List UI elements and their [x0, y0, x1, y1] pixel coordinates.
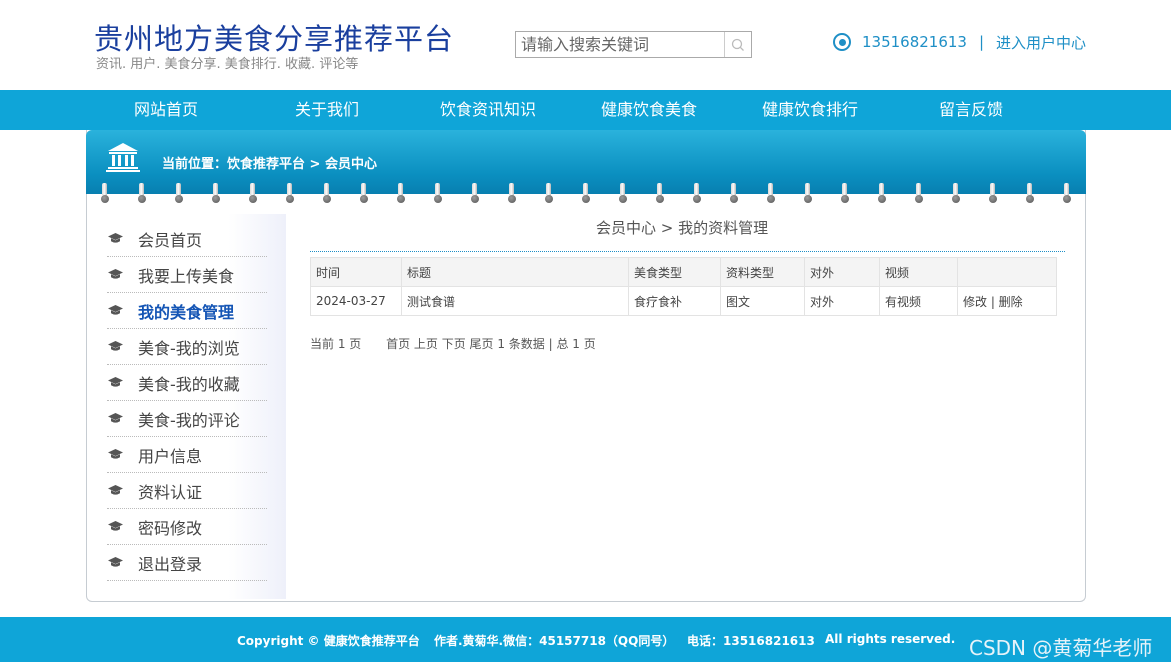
sidebar-item-user-info[interactable]: 用户信息 [107, 437, 267, 473]
graduation-cap-icon [108, 413, 124, 425]
nav-item-ranking[interactable]: 健康饮食排行 [730, 90, 890, 130]
user-center-link[interactable]: 进入用户中心 [996, 32, 1086, 53]
graduation-cap-icon [108, 557, 124, 569]
footer-phone: 电话：13516821613 [687, 634, 815, 648]
title-divider [310, 251, 1065, 252]
graduation-cap-icon [108, 485, 124, 497]
sidebar-item-favorites[interactable]: 美食-我的收藏 [107, 365, 267, 401]
pager-current: 当前 1 页 [310, 337, 362, 351]
sidebar-item-upload-food[interactable]: 我要上传美食 [107, 257, 267, 293]
sidebar-item-label: 资料认证 [138, 482, 203, 502]
location-icon [833, 33, 851, 51]
table-row: 2024-03-27 测试食谱 食疗食补 图文 对外 有视频 修改 | 删除 [310, 286, 1057, 316]
sidebar-item-label: 美食-我的浏览 [138, 338, 240, 358]
table-cell-food-type: 食疗食补 [628, 286, 721, 316]
sidebar-item-label: 用户信息 [138, 446, 203, 466]
graduation-cap-icon [108, 341, 124, 353]
search-input[interactable] [516, 32, 726, 57]
sidebar-item-label: 美食-我的收藏 [138, 374, 240, 394]
sidebar-item-label: 美食-我的评论 [138, 410, 240, 430]
sidebar-item-comments[interactable]: 美食-我的评论 [107, 401, 267, 437]
column-header: 资料类型 [720, 257, 805, 287]
sidebar-item-member-home[interactable]: 会员首页 [107, 221, 267, 257]
nav-item-healthy-food[interactable]: 健康饮食美食 [569, 90, 729, 130]
sidebar-item-label: 密码修改 [138, 518, 203, 538]
search-box [515, 31, 752, 58]
sidebar-item-change-password[interactable]: 密码修改 [107, 509, 267, 545]
table-cell-date: 2024-03-27 [310, 286, 402, 316]
sidebar-item-label: 退出登录 [138, 554, 203, 574]
column-header: 时间 [310, 257, 402, 287]
table-cell-title: 测试食谱 [401, 286, 629, 316]
column-header [957, 257, 1057, 287]
nav-item-home[interactable]: 网站首页 [86, 90, 246, 130]
column-header: 标题 [401, 257, 629, 287]
sidebar-item-label: 我的美食管理 [138, 302, 235, 322]
sidebar-item-logout[interactable]: 退出登录 [107, 545, 267, 581]
nav-item-news[interactable]: 饮食资讯知识 [408, 90, 568, 130]
nav-item-feedback[interactable]: 留言反馈 [891, 90, 1051, 130]
contact-bar: 13516821613 | 进入用户中心 [833, 32, 1086, 52]
table-cell-video: 有视频 [879, 286, 958, 316]
column-header: 视频 [879, 257, 958, 287]
header-separator: | [978, 33, 985, 51]
graduation-cap-icon [108, 233, 124, 245]
search-button[interactable] [724, 32, 751, 57]
table-cell-visibility: 对外 [804, 286, 880, 316]
footer-rights: All rights reserved. [825, 632, 956, 646]
column-header: 美食类型 [628, 257, 721, 287]
table-cell-actions[interactable]: 修改 | 删除 [957, 286, 1057, 316]
site-footer: Copyright © 健康饮食推荐平台 作者.黄菊华.微信：45157718（… [0, 617, 1171, 662]
sidebar-item-label: 我要上传美食 [138, 266, 235, 286]
member-sidebar: 会员首页 我要上传美食 我的美食管理 美食-我的浏览 美食-我的收藏 美食-我的… [94, 214, 286, 599]
binder-rings [86, 183, 1086, 213]
column-header: 对外 [804, 257, 880, 287]
sidebar-item-my-food[interactable]: 我的美食管理 [107, 293, 267, 329]
graduation-cap-icon [108, 269, 124, 281]
site-subtitle: 资讯. 用户. 美食分享. 美食排行. 收藏. 评论等 [96, 57, 359, 72]
site-header: 贵州地方美食分享推荐平台 资讯. 用户. 美食分享. 美食排行. 收藏. 评论等… [0, 0, 1171, 90]
bank-icon [106, 143, 140, 172]
pager-links[interactable]: 首页 上页 下页 尾页 1 条数据 | 总 1 页 [386, 337, 596, 351]
site-title: 贵州地方美食分享推荐平台 [94, 22, 455, 56]
main-nav: 网站首页 关于我们 饮食资讯知识 健康饮食美食 健康饮食排行 留言反馈 [0, 90, 1171, 130]
sidebar-item-browse-history[interactable]: 美食-我的浏览 [107, 329, 267, 365]
graduation-cap-icon [108, 521, 124, 533]
csdn-watermark: CSDN @黄菊华老师 [969, 636, 1153, 660]
breadcrumb: 当前位置：饮食推荐平台 > 会员中心 [162, 157, 377, 172]
table-cell-content-type: 图文 [720, 286, 805, 316]
content-title: 会员中心 > 我的资料管理 [596, 219, 769, 237]
graduation-cap-icon [108, 305, 124, 317]
nav-item-about[interactable]: 关于我们 [247, 90, 407, 130]
graduation-cap-icon [108, 377, 124, 389]
food-table: 时间 标题 美食类型 资料类型 对外 视频 2024-03-27 测试食谱 食疗… [310, 257, 1057, 316]
table-header-row: 时间 标题 美食类型 资料类型 对外 视频 [310, 257, 1057, 287]
search-icon [731, 38, 744, 51]
footer-copyright: Copyright © 健康饮食推荐平台 [237, 634, 420, 648]
footer-author: 作者.黄菊华.微信：45157718（QQ同号） [434, 634, 675, 648]
sidebar-item-label: 会员首页 [138, 230, 203, 250]
header-phone: 13516821613 [862, 33, 967, 51]
graduation-cap-icon [108, 449, 124, 461]
sidebar-item-verification[interactable]: 资料认证 [107, 473, 267, 509]
pagination: 当前 1 页 首页 上页 下页 尾页 1 条数据 | 总 1 页 [310, 335, 596, 352]
